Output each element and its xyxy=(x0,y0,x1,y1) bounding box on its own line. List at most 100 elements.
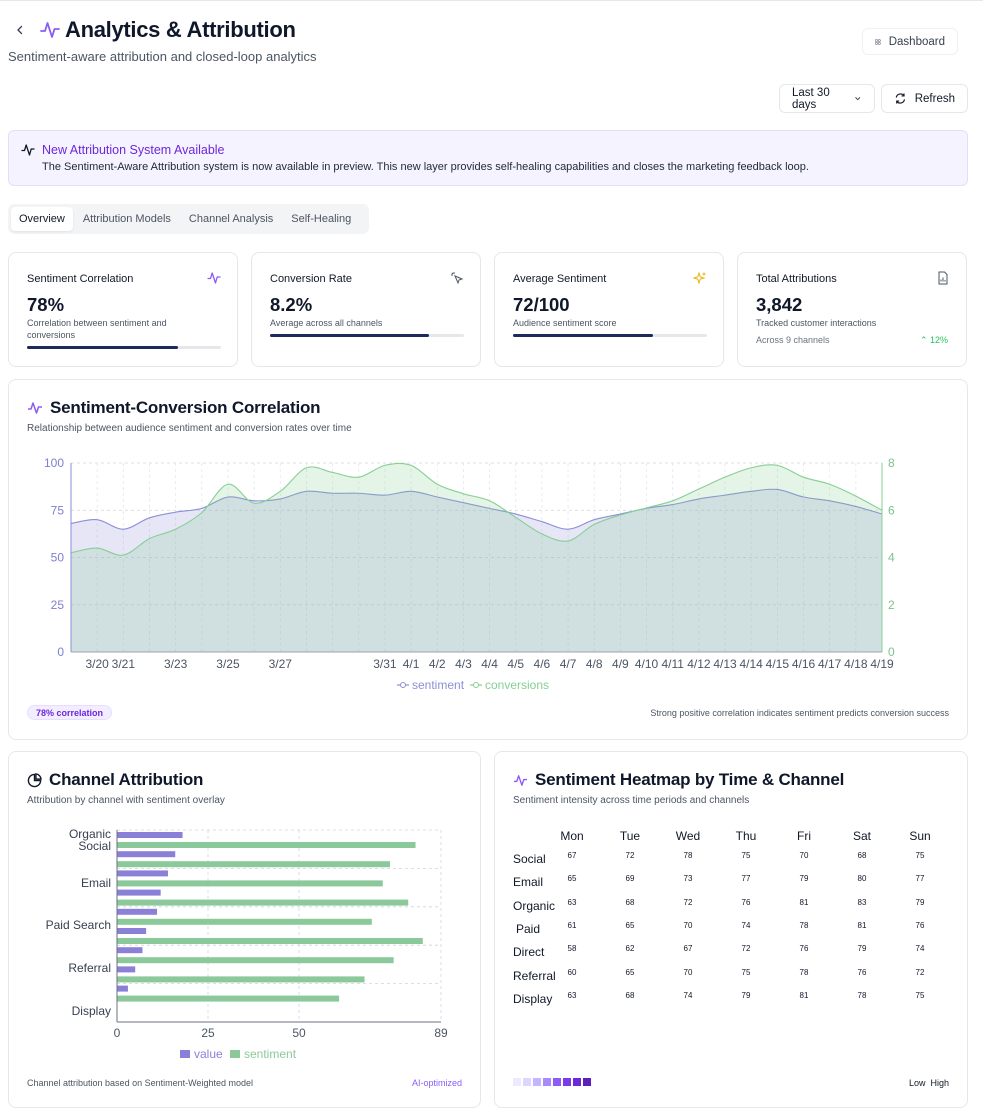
tab-self-healing[interactable]: Self-Healing xyxy=(283,207,359,231)
heatmap-cell: 62 xyxy=(625,944,635,954)
x-tick-label: 4/6 xyxy=(534,657,551,671)
activity-icon xyxy=(207,272,221,284)
x-tick-label: 4/14 xyxy=(740,657,764,671)
heatmap-cell: 79 xyxy=(741,990,751,1000)
tab-channel-analysis[interactable]: Channel Analysis xyxy=(181,207,281,231)
heatmap-cell: 75 xyxy=(741,851,751,860)
kpi-progress-bar xyxy=(513,334,707,337)
category-label: Display xyxy=(72,1004,111,1018)
kpi-card-total-attributions: Total Attributions 3,842 Tracked custome… xyxy=(737,252,967,367)
x-tick-label: 3/20 xyxy=(85,657,109,671)
heatmap-cell: 79 xyxy=(915,897,925,907)
x-tick-label: 4/8 xyxy=(586,657,603,671)
heatmap-cell: 81 xyxy=(799,990,809,1000)
x-tick-label: 4/12 xyxy=(687,657,711,671)
x-tick-label: 4/15 xyxy=(766,657,790,671)
date-range-select[interactable]: Last 30 days xyxy=(779,84,875,113)
heatmap-cell: 76 xyxy=(741,897,751,907)
x-tick-label: 4/7 xyxy=(560,657,577,671)
banner-text: The Sentiment-Aware Attribution system i… xyxy=(42,161,809,173)
legend-color-swatch xyxy=(573,1078,581,1086)
bar-value xyxy=(117,966,136,973)
kpi-description: Tracked customer interactions xyxy=(756,318,877,328)
tab-overview[interactable]: Overview xyxy=(11,207,73,231)
announcement-banner: New Attribution System Available The Sen… xyxy=(8,130,968,186)
ai-optimized-label: AI-optimized xyxy=(411,1078,462,1088)
y-left-tick-label: 0 xyxy=(57,645,64,659)
back-button[interactable] xyxy=(12,22,28,38)
heatmap-cell: 74 xyxy=(741,920,751,930)
tab-attribution-models[interactable]: Attribution Models xyxy=(75,207,179,231)
kpi-progress-fill xyxy=(27,346,179,349)
channel-attribution-card: Channel Attribution Attribution by chann… xyxy=(8,751,481,1108)
kpi-description: Audience sentiment score xyxy=(513,318,617,328)
channel-footer-note: Channel attribution based on Sentiment-W… xyxy=(27,1078,253,1088)
refresh-icon xyxy=(895,93,906,104)
legend-color-swatch xyxy=(513,1078,521,1086)
bar-value xyxy=(117,889,161,896)
heatmap-cell: 72 xyxy=(915,967,925,977)
kpi-label: Conversion Rate xyxy=(270,273,352,285)
file-chart-icon xyxy=(938,271,948,285)
heatmap-cell: 65 xyxy=(567,874,577,884)
heatmap-cell: 77 xyxy=(741,874,751,884)
kpi-value: 8.2% xyxy=(270,294,313,315)
kpi-label: Average Sentiment xyxy=(513,273,607,285)
heatmap-cell: 74 xyxy=(683,990,693,1000)
page-subtitle: Sentiment-aware attribution and closed-l… xyxy=(8,49,317,64)
x-tick-label: 4/18 xyxy=(844,657,868,671)
kpi-progress-fill xyxy=(270,334,430,337)
heatmap-title-text: Sentiment Heatmap by Time & Channel xyxy=(535,770,845,789)
x-tick-label: 3/21 xyxy=(112,657,136,671)
x-tick-label: 3/31 xyxy=(373,657,397,671)
heatmap-cell: 79 xyxy=(857,944,867,954)
kpi-card-average-sentiment: Average Sentiment 72/100 Audience sentim… xyxy=(494,252,724,367)
heatmap-cell: 70 xyxy=(799,851,809,860)
heatmap-cell: 72 xyxy=(683,897,693,907)
heatmap-cell: 77 xyxy=(915,874,925,884)
heatmap-cell: 60 xyxy=(567,967,577,977)
category-label: Paid Search xyxy=(46,918,111,932)
category-label: Social xyxy=(78,839,111,853)
bar-sentiment xyxy=(117,880,383,887)
correlation-note: Strong positive correlation indicates se… xyxy=(650,708,949,718)
heatmap-cell: 65 xyxy=(625,920,635,930)
bar-sentiment xyxy=(117,918,372,925)
heatmap-cell: 69 xyxy=(625,874,635,884)
refresh-button[interactable]: Refresh xyxy=(881,84,968,113)
y-right-tick-label: 6 xyxy=(888,503,895,517)
y-left-tick-label: 50 xyxy=(51,551,65,565)
kpi-card-sentiment-correlation: Sentiment Correlation 78% Correlation be… xyxy=(8,252,238,367)
dashboard-button[interactable]: Dashboard xyxy=(862,28,958,55)
bar-sentiment xyxy=(117,842,416,848)
heatmap-cell: 79 xyxy=(799,874,809,884)
correlation-chart-card: Sentiment-Conversion Correlation Relatio… xyxy=(8,379,968,740)
kpi-label: Sentiment Correlation xyxy=(27,273,134,285)
kpi-value: 72/100 xyxy=(513,294,570,315)
heatmap-cell: 73 xyxy=(683,874,693,884)
y-right-tick-label: 2 xyxy=(888,598,895,612)
heatmap-cell: 83 xyxy=(857,897,867,907)
heatmap-subtitle: Sentiment intensity across time periods … xyxy=(513,795,750,806)
top-divider xyxy=(0,0,983,1)
heatmap-cell: 67 xyxy=(567,851,577,860)
x-tick-label: 4/2 xyxy=(429,657,446,671)
sparkles-icon xyxy=(693,271,706,285)
heatmap-cell: 78 xyxy=(799,967,809,977)
heatmap-channel-label: Organic xyxy=(513,898,556,913)
heatmap-day-header: Thu xyxy=(735,829,757,843)
x-tick-label: 4/13 xyxy=(713,657,737,671)
x-tick-label: 4/19 xyxy=(870,657,894,671)
x-tick-label: 50 xyxy=(292,1026,306,1040)
x-tick-label: 4/4 xyxy=(481,657,498,671)
banner-title: New Attribution System Available xyxy=(42,143,225,157)
series-area-conversions xyxy=(71,463,882,652)
heatmap-channel-label: Display xyxy=(513,991,553,1006)
heatmap-legend-labels: Low High xyxy=(909,1078,949,1088)
heatmap-cell: 76 xyxy=(915,920,925,930)
x-tick-label: 4/17 xyxy=(818,657,842,671)
bar-value xyxy=(117,908,158,915)
correlation-badge: 78% correlation xyxy=(27,705,113,720)
legend-label: value xyxy=(194,1047,223,1061)
heatmap-cell: 65 xyxy=(625,967,635,977)
